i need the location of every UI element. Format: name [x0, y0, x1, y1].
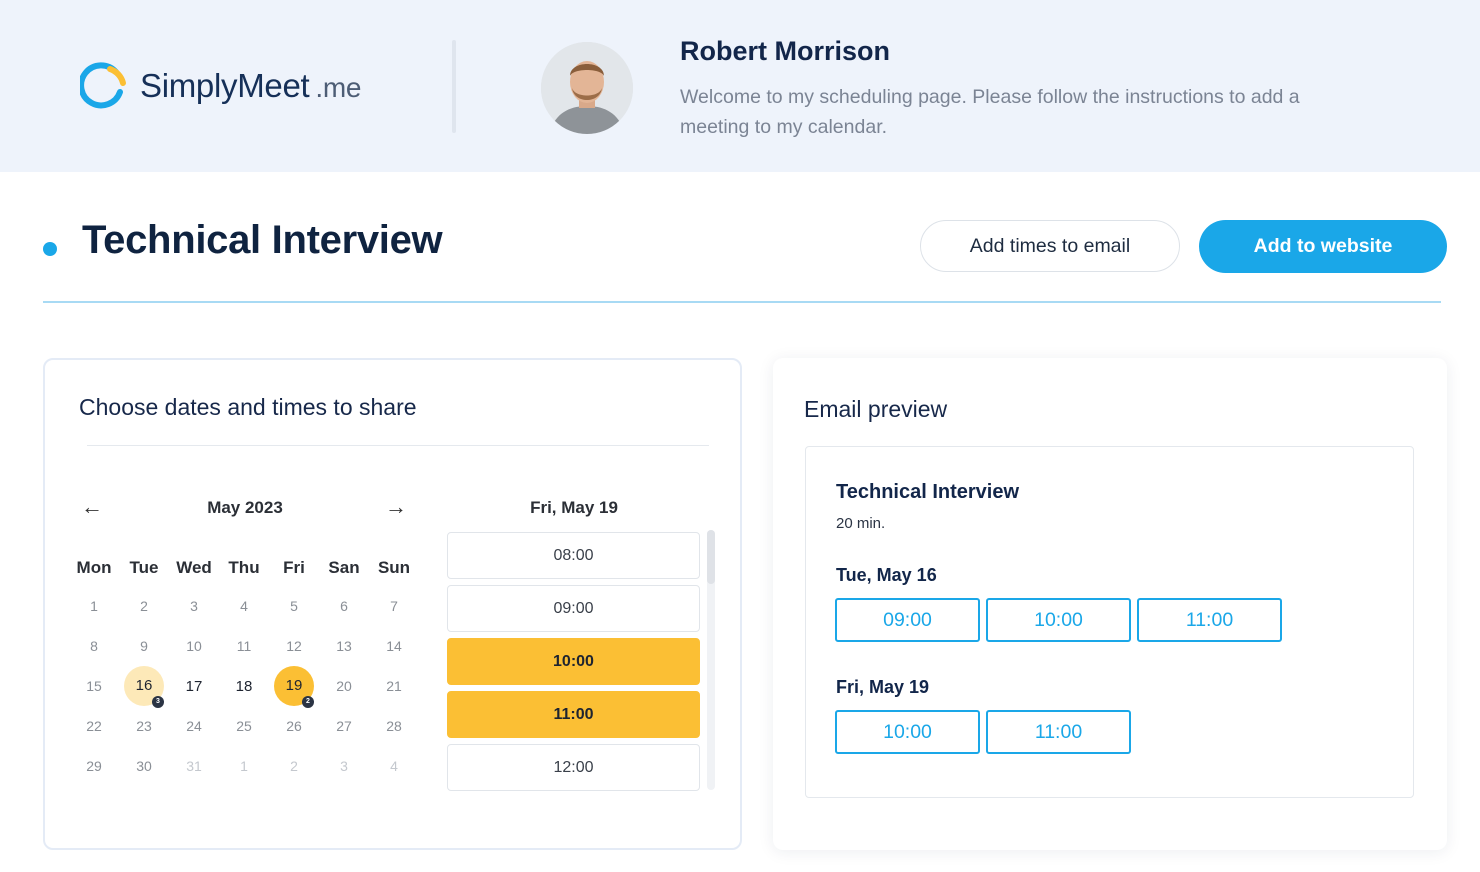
weekday-thu: Thu: [228, 558, 260, 577]
weekday-fri: Fri: [283, 558, 305, 577]
event-color-dot: [43, 242, 57, 256]
calendar-day[interactable]: 4: [219, 598, 269, 614]
calendar-day[interactable]: 25: [219, 718, 269, 734]
logo-domain: .me: [315, 72, 362, 103]
chooser-title: Choose dates and times to share: [79, 394, 417, 420]
calendar-day[interactable]: 27: [319, 718, 369, 734]
selected-slots-count-badge: 2: [302, 696, 314, 708]
logo-name-meet: Meet: [237, 67, 310, 104]
calendar-month-label: May 2023: [207, 498, 283, 517]
avatar-portrait-icon: [541, 42, 633, 134]
logo-text: SimplyMeet .me: [140, 67, 361, 105]
weekday-header-row: Mon Tue Wed Thu Fri San Sun: [69, 550, 419, 586]
preview-time-group: 09:00 10:00 11:00: [835, 598, 1288, 642]
selected-slots-count-badge: 3: [152, 696, 164, 708]
host-welcome-text: Welcome to my scheduling page. Please fo…: [680, 86, 1300, 138]
calendar-week-row: 1 2 3 4 5 6 7: [69, 586, 419, 626]
preview-time-chip[interactable]: 10:00: [835, 710, 980, 754]
event-title: Technical Interview: [82, 218, 443, 262]
header-divider: [452, 40, 456, 133]
simplymeet-logo[interactable]: SimplyMeet .me: [80, 62, 361, 110]
calendar-day[interactable]: 9: [119, 638, 169, 654]
weekday-wed: Wed: [176, 558, 212, 577]
time-slot-selected[interactable]: 11:00: [447, 691, 700, 738]
calendar-week-row: 22 23 24 25 26 27 28: [69, 706, 419, 746]
prev-month-arrow-icon[interactable]: ←: [81, 494, 103, 520]
calendar-day[interactable]: 29: [69, 758, 119, 774]
logo-ring-icon: [80, 62, 126, 109]
calendar-day-next-month: 3: [340, 758, 348, 774]
chooser-divider: [87, 445, 709, 446]
calendar-day[interactable]: 6: [319, 598, 369, 614]
calendar-day[interactable]: 7: [369, 598, 419, 614]
add-to-website-button[interactable]: Add to website: [1199, 220, 1447, 273]
calendar-grid: Mon Tue Wed Thu Fri San Sun 1 2 3 4 5 6 …: [69, 550, 419, 786]
calendar-day[interactable]: 3: [169, 598, 219, 614]
calendar-day-next-month: 4: [390, 758, 398, 774]
calendar-day[interactable]: 5: [269, 598, 319, 614]
calendar-day[interactable]: 17: [169, 678, 219, 695]
calendar-day[interactable]: 11: [219, 638, 269, 654]
selected-day-label: Fri, May 19: [530, 498, 618, 517]
time-slot-scrollbar[interactable]: [707, 530, 715, 790]
time-slot[interactable]: 12:00: [447, 744, 700, 791]
date-time-chooser-card: Choose dates and times to share ← May 20…: [43, 358, 742, 850]
calendar-day-next-month: 1: [240, 758, 248, 774]
calendar-day[interactable]: 1: [69, 598, 119, 614]
calendar-day[interactable]: 15: [69, 678, 119, 694]
calendar-day[interactable]: 12: [269, 638, 319, 654]
preview-time-group: 10:00 11:00: [835, 710, 1137, 754]
calendar-day[interactable]: 26: [269, 718, 319, 734]
preview-day-label: Fri, May 19: [836, 677, 930, 697]
scrollbar-thumb[interactable]: [707, 530, 715, 584]
preview-time-chip[interactable]: 10:00: [986, 598, 1131, 642]
preview-day-label: Tue, May 16: [836, 565, 937, 585]
calendar-day-active-19[interactable]: 19 2: [269, 666, 319, 708]
preview-time-chip[interactable]: 11:00: [986, 710, 1131, 754]
calendar-day[interactable]: 10: [169, 638, 219, 654]
calendar-day[interactable]: 14: [369, 638, 419, 654]
host-avatar: [541, 42, 633, 134]
time-slot-selected[interactable]: 10:00: [447, 638, 700, 685]
preview-event-title: Technical Interview: [836, 481, 1020, 503]
calendar-day[interactable]: 24: [169, 718, 219, 734]
calendar-day[interactable]: 8: [69, 638, 119, 654]
email-preview-title: Email preview: [804, 396, 948, 422]
calendar-day[interactable]: 2: [119, 598, 169, 614]
weekday-tue: Tue: [129, 558, 159, 577]
calendar-week-row: 15 16 3 17 18 19 2 20 21: [69, 666, 419, 708]
calendar-week-row: 8 9 10 11 12 13 14: [69, 626, 419, 666]
title-divider: [43, 301, 1441, 303]
calendar-day[interactable]: 30: [119, 758, 169, 774]
calendar-day[interactable]: 13: [319, 638, 369, 654]
calendar-day-disabled: 31: [186, 758, 202, 774]
weekday-sun: Sun: [377, 558, 411, 577]
next-month-arrow-icon[interactable]: →: [385, 494, 407, 520]
calendar-day-next-month: 2: [290, 758, 298, 774]
profile-header: SimplyMeet .me Robert Morrison Welcome to…: [0, 0, 1480, 172]
calendar-day[interactable]: 20: [319, 678, 369, 694]
email-preview-card: Email preview Technical Interview 20 min…: [773, 358, 1447, 850]
calendar-day[interactable]: 18: [219, 678, 269, 695]
weekday-sat: San: [328, 558, 360, 577]
time-slot[interactable]: 08:00: [447, 532, 700, 579]
calendar-day-selected-16[interactable]: 16 3: [119, 666, 169, 708]
add-times-to-email-button[interactable]: Add times to email: [920, 220, 1180, 272]
preview-time-chip[interactable]: 09:00: [835, 598, 980, 642]
calendar-day[interactable]: 23: [119, 718, 169, 734]
email-preview-box: Technical Interview 20 min. Tue, May 16 …: [805, 446, 1414, 798]
calendar-day[interactable]: 21: [369, 678, 419, 694]
logo-name-simply: Simply: [140, 67, 238, 104]
host-name: Robert Morrison: [680, 36, 891, 66]
preview-duration: 20 min.: [836, 515, 886, 532]
calendar-day[interactable]: 28: [369, 718, 419, 734]
weekday-mon: Mon: [76, 558, 112, 577]
calendar-week-row: 29 30 31 1 2 3 4: [69, 746, 419, 786]
preview-time-chip[interactable]: 11:00: [1137, 598, 1282, 642]
time-slot[interactable]: 09:00: [447, 585, 700, 632]
calendar-day[interactable]: 22: [69, 718, 119, 734]
time-slot-list: 08:00 09:00 10:00 11:00 12:00: [447, 532, 700, 797]
